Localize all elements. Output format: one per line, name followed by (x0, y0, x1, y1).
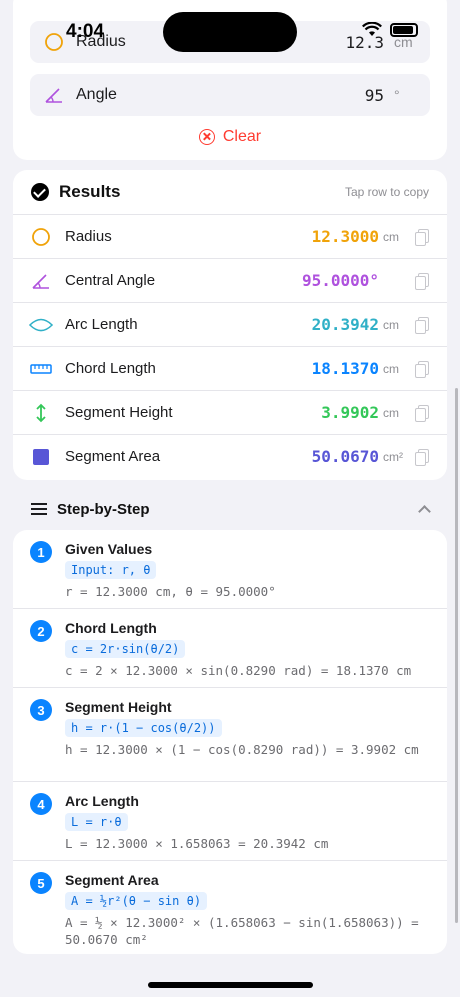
copy-icon[interactable] (415, 316, 429, 334)
result-label: Chord Length (65, 360, 156, 377)
step-calc: h = 12.3000 × (1 − cos(0.8290 rad)) = 3.… (65, 742, 419, 757)
angle-input-row[interactable]: Angle 95 ° (30, 74, 430, 116)
step-title: Segment Area (65, 872, 159, 888)
chevron-up-icon[interactable] (418, 504, 431, 518)
step-item: 1 Given Values Input: r, θ r = 12.3000 c… (13, 530, 447, 609)
step-calc: L = 12.3000 × 1.658063 = 20.3942 cm (65, 836, 329, 851)
step-formula: Input: r, θ (65, 561, 157, 579)
step-title: Segment Height (65, 699, 172, 715)
step-title: Arc Length (65, 793, 139, 809)
checkmark-seal-icon (31, 183, 49, 201)
result-value: 3.9902 (321, 403, 379, 422)
result-row-arc-length[interactable]: Arc Length 20.3942 cm (13, 302, 447, 346)
results-header: Results Tap row to copy (13, 170, 447, 214)
result-value: 12.3000 (311, 227, 379, 246)
result-unit: cm (383, 405, 399, 420)
steps-card: 1 Given Values Input: r, θ r = 12.3000 c… (13, 530, 447, 954)
steps-header[interactable]: Step-by-Step (13, 492, 447, 526)
result-row-central-angle[interactable]: Central Angle 95.0000° (13, 258, 447, 302)
result-row-segment-area[interactable]: Segment Area 50.0670 cm² (13, 434, 447, 478)
result-row-segment-height[interactable]: Segment Height 3.9902 cm (13, 390, 447, 434)
step-number: 1 (30, 541, 52, 563)
result-label: Radius (65, 228, 112, 245)
angle-icon (29, 269, 53, 293)
results-title: Results (59, 182, 121, 201)
result-unit: cm² (383, 449, 403, 464)
scroll-indicator[interactable] (455, 388, 458, 923)
result-value: 20.3942 (311, 315, 379, 334)
result-label: Central Angle (65, 272, 156, 289)
clear-label: Clear (222, 128, 262, 145)
result-unit: cm (383, 229, 399, 244)
step-item: 3 Segment Height h = r·(1 − cos(θ/2)) h … (13, 688, 447, 782)
arc-icon (29, 313, 53, 337)
result-unit: cm (383, 317, 399, 332)
result-label: Segment Height (65, 404, 173, 421)
steps-title: Step-by-Step (57, 500, 150, 518)
vertical-arrows-icon (29, 401, 53, 425)
status-time: 4:04 (66, 21, 105, 42)
result-label: Arc Length (65, 316, 138, 333)
copy-icon[interactable] (415, 448, 429, 466)
clear-button[interactable]: Clear (13, 128, 447, 146)
copy-icon[interactable] (415, 360, 429, 378)
result-row-chord-length[interactable]: Chord Length 18.1370 cm (13, 346, 447, 390)
step-number: 3 (30, 699, 52, 721)
square-icon (29, 445, 53, 469)
step-title: Given Values (65, 541, 153, 557)
step-calc: A = ½ × 12.3000² × (1.658063 − sin(1.658… (65, 915, 419, 947)
step-item: 4 Arc Length L = r·θ L = 12.3000 × 1.658… (13, 782, 447, 861)
step-number: 4 (30, 793, 52, 815)
step-title: Chord Length (65, 620, 157, 636)
result-row-radius[interactable]: Radius 12.3000 cm (13, 214, 447, 258)
copy-icon[interactable] (415, 404, 429, 422)
copy-icon[interactable] (415, 228, 429, 246)
dynamic-island (163, 12, 297, 52)
clear-icon (198, 129, 215, 145)
step-calc: c = 2 × 12.3000 × sin(0.8290 rad) = 18.1… (65, 663, 412, 678)
angle-label: Angle (76, 86, 117, 103)
angle-icon (45, 88, 62, 103)
numbered-list-icon (31, 502, 47, 516)
copy-icon[interactable] (415, 272, 429, 290)
step-number: 2 (30, 620, 52, 642)
result-value: 18.1370 (311, 359, 379, 378)
step-calc: r = 12.3000 cm, θ = 95.0000° (65, 584, 276, 599)
result-value: 50.0670 (311, 447, 379, 466)
result-unit: cm (383, 361, 399, 376)
circle-icon (45, 33, 63, 51)
battery-icon (390, 22, 418, 37)
step-formula: h = r·(1 − cos(θ/2)) (65, 719, 222, 737)
step-formula: L = r·θ (65, 813, 128, 831)
step-item: 5 Segment Area A = ½r²(θ − sin θ) A = ½ … (13, 861, 447, 954)
results-hint: Tap row to copy (344, 185, 429, 199)
ruler-icon (29, 357, 53, 381)
angle-field[interactable]: 95 (365, 86, 384, 105)
result-label: Segment Area (65, 448, 161, 465)
wifi-icon (362, 22, 382, 36)
home-indicator[interactable] (148, 982, 313, 988)
step-item: 2 Chord Length c = 2r·sin(θ/2) c = 2 × 1… (13, 609, 447, 688)
step-formula: c = 2r·sin(θ/2) (65, 640, 186, 658)
circle-icon (29, 225, 53, 249)
status-indicators (362, 22, 418, 37)
results-card: Results Tap row to copy Radius 12.3000 c… (13, 170, 447, 480)
step-formula: A = ½r²(θ − sin θ) (65, 892, 208, 910)
angle-unit: ° (394, 87, 400, 103)
step-number: 5 (30, 872, 52, 894)
result-value: 95.0000° (301, 271, 379, 290)
